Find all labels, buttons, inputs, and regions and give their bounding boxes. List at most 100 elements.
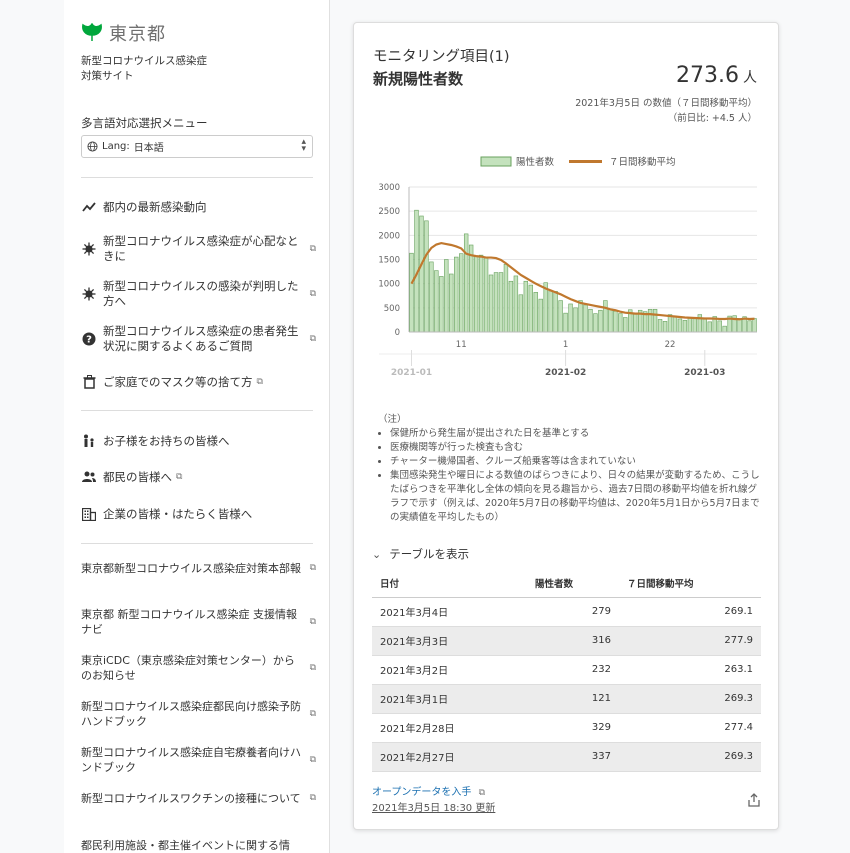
bar [618,313,623,333]
legend-label: 陽性者数 [516,156,555,168]
bar [747,320,752,333]
site-title-line1: 新型コロナウイルス感染症 [81,55,207,67]
cell-positive: 329 [527,713,619,743]
external-link-icon: ⧉ [256,376,263,387]
bar [508,280,514,333]
link-headquarters-report[interactable]: 東京都新型コロナウイルス感染症対策本部報 ⧉ [81,561,316,576]
bar [548,290,553,333]
tokyo-logo[interactable]: 東京都 [81,20,166,46]
external-link-icon: ⧉ [309,754,316,765]
bar [608,308,613,333]
y-tick-label: 1000 [378,280,400,290]
nav-item-latest-trend[interactable]: 都内の最新感染動向 [81,199,316,215]
cell-positive: 232 [527,655,619,685]
bar [449,273,454,333]
table-row: 2021年3月3日 316 277.9 [372,626,761,656]
nav-item-label: ご家庭でのマスク等の捨て方 [103,374,253,389]
link-prevention-handbook[interactable]: 新型コロナウイルス感染症都民向け感染予防ハンドブック ⧉ [81,699,316,729]
site-title[interactable]: 新型コロナウイルス感染症 対策サイト [81,54,207,84]
link-support-navi[interactable]: 東京都 新型コロナウイルス感染症 支援情報ナビ ⧉ [81,607,316,637]
headline-unit: 人 [743,70,757,86]
nav-item-label: 都内の最新感染動向 [103,199,207,214]
bar [444,259,449,333]
bar [409,252,414,333]
table-header-row: 日付 陽性者数 ７日間移動平均 [372,569,761,598]
nav-item-worried[interactable]: 新型コロナウイルス感染症が心配なときに ⧉ [81,234,316,264]
external-link-icon: ⧉ [309,708,316,719]
bar [523,280,529,333]
nav-item-citizens[interactable]: 都民の皆様へ ⧉ [81,469,316,485]
share-icon[interactable] [747,793,761,807]
y-tick-label: 2000 [378,231,400,241]
cell-positive: 316 [527,626,619,656]
card-title: モニタリング項目(1) [373,49,510,65]
logo-text: 東京都 [109,24,166,45]
headline-value: 273.6 人 [676,63,757,88]
y-tick-label: 1500 [378,256,400,266]
bar [623,317,628,333]
link-vaccine[interactable]: 新型コロナウイルスワクチンの接種について ⧉ [81,791,316,806]
divider [81,543,313,544]
column-header-positive[interactable]: 陽性者数 [527,569,619,598]
updated-timestamp: 2021年3月5日 18:30 更新 [372,803,496,814]
bar [682,320,688,333]
lang-prefix: Lang: [102,141,130,152]
link-icdc[interactable]: 東京iCDC（東京感染症対策センター）からのお知らせ ⧉ [81,653,316,683]
nav-item-faq[interactable]: ? 新型コロナウイルス感染症の患者発生状況に関するよくあるご質問 ⧉ [81,324,316,354]
external-link-icon: ⧉ [309,662,316,673]
lang-select[interactable]: Lang: 日本語 ▴ ▾ [81,135,313,158]
nav-item-label: お子様をお持ちの皆様へ [103,433,230,448]
table-row: 2021年2月27日 337 269.3 [372,742,761,772]
link-facilities-events[interactable]: 都民利用施設・都主催イベントに関する情 [81,838,316,853]
headline-number: 273.6 [676,63,739,88]
bar [647,308,653,333]
external-link-icon: ⧉ [176,471,183,482]
bar [553,291,558,333]
nav-item-label: 企業の皆様・はたらく皆様へ [103,506,253,521]
bar [707,321,712,333]
column-header-date[interactable]: 日付 [372,569,527,598]
site-title-line2: 対策サイト [81,70,134,82]
bar [633,313,638,333]
cell-average: 269.1 [619,597,761,627]
note-item: 医療機関等が行った検査も含む [390,441,763,455]
nav-item-children[interactable]: お子様をお持ちの皆様へ [81,433,316,449]
lang-menu-label: 多言語対応選択メニュー [81,116,208,130]
nav-item-infected[interactable]: 新型コロナウイルスの感染が判明した方へ ⧉ [81,279,316,309]
select-arrows-icon: ▴ ▾ [301,137,306,154]
bar [488,274,494,333]
virus-icon [81,286,97,302]
link-home-care-handbook[interactable]: 新型コロナウイルス感染症自宅療養者向けハンドブック ⧉ [81,745,316,775]
cell-date: 2021年3月3日 [372,626,527,656]
table-toggle-button[interactable]: ⌄ テーブルを表示 [372,546,469,562]
link-label: 新型コロナウイルスワクチンの接種について [81,792,301,805]
bar [434,270,439,333]
cell-date: 2021年3月2日 [372,655,527,685]
bar [419,215,424,333]
building-icon [81,506,97,522]
bar [752,318,757,333]
bar [563,312,568,333]
question-icon: ? [81,331,97,347]
opendata-link[interactable]: オープンデータを入手 ⧉ [372,783,485,798]
lang-value: 日本語 [133,143,164,154]
nav-item-label: 新型コロナウイルス感染症の患者発生状況に関するよくあるご質問 [103,324,299,353]
bar [454,256,459,333]
nav-item-mask-disposal[interactable]: ご家庭でのマスク等の捨て方 ⧉ [81,374,316,390]
column-header-average[interactable]: ７日間移動平均 [619,569,761,598]
trend-icon [81,199,97,215]
external-link-icon: ⧉ [309,243,316,254]
notes-title: （注） [378,414,407,425]
nav-item-companies[interactable]: 企業の皆様・はたらく皆様へ [81,506,316,522]
chart-notes: （注） 保健所から発生届が提出された日を基準とする 医療機関等が行った検査も含む… [378,413,763,525]
bar [598,309,603,333]
bar [717,320,722,333]
cell-date: 2021年3月1日 [372,684,527,714]
bar [593,313,598,333]
link-label: 都民利用施設・都主催イベントに関する情 [81,839,290,852]
table-row: 2021年3月2日 232 263.1 [372,655,761,685]
data-table: 日付 陽性者数 ７日間移動平均 2021年3月4日 279 269.1 2021… [372,569,761,772]
trash-icon [81,374,97,390]
table-row: 2021年2月28日 329 277.4 [372,713,761,743]
bar [478,254,484,333]
